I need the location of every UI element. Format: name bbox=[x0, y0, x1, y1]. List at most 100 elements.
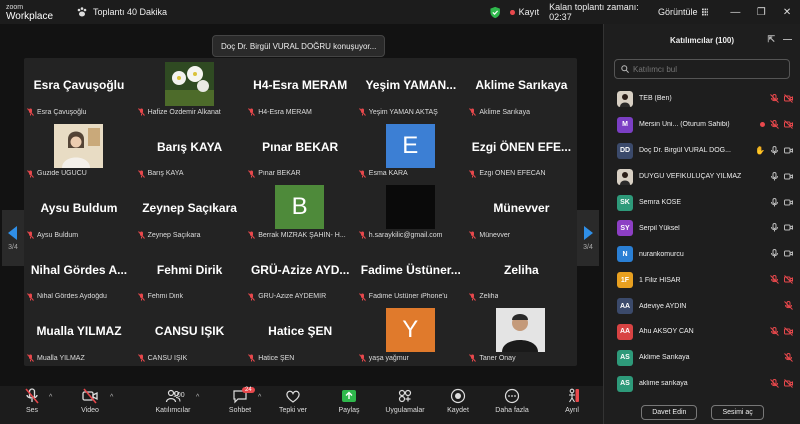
participant-tile[interactable]: Aklime Sarıkaya Aklime Sarıkaya bbox=[466, 58, 576, 119]
leave-button[interactable]: Ayrıl bbox=[552, 388, 592, 414]
camera-off-icon[interactable] bbox=[784, 275, 793, 285]
participant-row[interactable]: AA Ahu AKSOY CAN bbox=[604, 319, 800, 345]
share-button[interactable]: Paylaş bbox=[329, 388, 369, 414]
participant-tile[interactable]: GRÜ-Azize AYD... GRÜ-Azize AYDEMİR bbox=[245, 243, 355, 304]
participant-tile[interactable]: Yyaşa yağmur bbox=[356, 304, 466, 365]
recording-label[interactable]: Kayıt bbox=[519, 7, 540, 17]
participant-row[interactable]: Nnurankomurcu bbox=[604, 241, 800, 267]
participant-row[interactable]: AS aklime sarıkaya bbox=[604, 371, 800, 397]
participant-tile[interactable]: Nihal Gördes A... Nihal Gördes Aydoğdu bbox=[24, 243, 134, 304]
participant-tile[interactable]: CANSU IŞIK CANSU IŞIK bbox=[135, 304, 245, 365]
participant-tile[interactable]: Fehmi Dirik Fehmi Dirik bbox=[135, 243, 245, 304]
grid-view-icon[interactable] bbox=[701, 8, 709, 16]
mic-muted-icon[interactable] bbox=[770, 94, 779, 103]
mic-muted-icon bbox=[27, 354, 34, 363]
participant-tile[interactable]: Fadime Üstüner... Fadime Üstüner iPhone'u bbox=[356, 243, 466, 304]
mic-muted-icon[interactable] bbox=[770, 119, 779, 129]
initial-avatar: B bbox=[275, 185, 325, 230]
audio-label: Ses bbox=[25, 407, 39, 414]
mic-muted-icon bbox=[137, 292, 145, 301]
mic-icon[interactable] bbox=[770, 171, 779, 181]
mic-icon[interactable] bbox=[770, 249, 779, 258]
participants-options-chevron-up-icon[interactable]: ^ bbox=[196, 394, 199, 401]
camera-icon[interactable] bbox=[784, 172, 793, 181]
participant-tile[interactable]: Taner Onay bbox=[466, 304, 576, 365]
participant-avatar: AA bbox=[617, 298, 633, 315]
participant-tile[interactable]: h.saraykilic@gmail.com bbox=[356, 181, 466, 242]
participant-row[interactable]: AS Aklime Sarıkaya bbox=[604, 345, 800, 371]
participant-row[interactable]: M Mersin Üni... (Oturum Sahibi) bbox=[604, 112, 800, 138]
participant-tile[interactable]: Zeynep Saçıkara Zeynep Saçıkara bbox=[135, 181, 245, 242]
participant-tile[interactable]: H4-Esra MERAM H4-Esra MERAM bbox=[245, 58, 355, 119]
participants-button[interactable]: 100 Katılımcılar bbox=[150, 388, 196, 414]
view-menu[interactable]: Görüntüle bbox=[658, 7, 698, 17]
camera-icon[interactable] bbox=[784, 223, 793, 232]
participant-row[interactable]: AA Adeviye AYDIN bbox=[604, 293, 800, 319]
invite-button[interactable]: Davet Edin bbox=[641, 404, 698, 420]
restore-button[interactable]: ❐ bbox=[748, 7, 774, 18]
participant-row[interactable]: DD Doç Dr. Birgül VURAL DOĞ... ✋ bbox=[604, 138, 800, 164]
close-button[interactable]: ✕ bbox=[774, 7, 800, 18]
participant-search-input[interactable] bbox=[633, 64, 773, 74]
tile-name-text: Pınar BEKAR bbox=[258, 170, 301, 178]
mic-icon[interactable] bbox=[770, 223, 779, 232]
participant-avatar: AS bbox=[617, 375, 633, 392]
audio-button[interactable]: Ses bbox=[12, 388, 52, 414]
mic-muted-icon bbox=[358, 292, 366, 301]
participant-search[interactable] bbox=[614, 59, 790, 79]
mic-muted-icon[interactable] bbox=[770, 275, 779, 285]
chat-button[interactable]: 24 Sohbet bbox=[220, 387, 260, 414]
audio-options-chevron-up-icon[interactable]: ^ bbox=[49, 394, 52, 401]
participant-tile[interactable]: Barış KAYA Barış KAYA bbox=[135, 120, 245, 181]
participant-row[interactable]: TEB (Ben) bbox=[604, 86, 800, 112]
mic-icon[interactable] bbox=[770, 145, 779, 155]
camera-icon[interactable] bbox=[784, 198, 793, 207]
shield-check-icon[interactable] bbox=[490, 6, 500, 19]
participant-tile[interactable]: Guzide UGUCU bbox=[24, 120, 134, 181]
react-button[interactable]: Tepki ver bbox=[273, 388, 313, 414]
participant-tile[interactable]: Aysu Buldum Aysu Buldum bbox=[24, 181, 134, 242]
participant-row[interactable]: SK Semra KÖSE bbox=[604, 190, 800, 216]
video-button[interactable]: Video bbox=[70, 388, 110, 414]
participant-tile[interactable]: Zeliha Zeliha bbox=[466, 243, 576, 304]
video-options-chevron-up-icon[interactable]: ^ bbox=[110, 394, 113, 401]
camera-icon[interactable] bbox=[784, 146, 793, 155]
participant-tile[interactable]: Hafize Özdemir Alkanat bbox=[135, 58, 245, 119]
mic-muted-icon bbox=[248, 231, 256, 240]
mic-muted-icon[interactable] bbox=[770, 327, 779, 336]
next-page-button[interactable]: 3/4 bbox=[577, 210, 599, 266]
participant-tile[interactable]: Esra Çavuşoğlu Esra Çavuşoğlu bbox=[24, 58, 134, 119]
camera-icon[interactable] bbox=[784, 249, 793, 258]
participant-row[interactable]: 1F 1 Filiz HİSAR bbox=[604, 267, 800, 293]
participant-tile[interactable]: Münevver Münevver bbox=[466, 181, 576, 242]
participant-row[interactable]: DUYGU VEFİKULUÇAY YILMAZ bbox=[604, 164, 800, 190]
previous-page-button[interactable]: 3/4 bbox=[2, 210, 24, 266]
mic-muted-icon[interactable] bbox=[770, 378, 779, 388]
camera-off-icon[interactable] bbox=[784, 94, 793, 103]
meeting-title[interactable]: Toplantı 40 Dakika bbox=[76, 6, 167, 18]
participant-tile[interactable]: Ezgi ÖNEN EFE... Ezgi ÖNEN EFECAN bbox=[466, 120, 576, 181]
more-button[interactable]: Daha fazla bbox=[492, 388, 532, 414]
chat-options-chevron-up-icon[interactable]: ^ bbox=[258, 394, 261, 401]
camera-off-icon[interactable] bbox=[784, 327, 793, 336]
participant-tile[interactable]: E Esma KARA bbox=[356, 120, 466, 181]
participant-tile[interactable]: Yeşim YAMAN... Yeşim YAMAN AKTAŞ bbox=[356, 58, 466, 119]
pop-out-icon[interactable]: ⇱ bbox=[767, 34, 775, 45]
participant-status-icons: ✋ bbox=[755, 145, 793, 155]
mic-muted-icon[interactable] bbox=[784, 301, 793, 310]
participant-tile[interactable]: Pınar BEKAR Pınar BEKAR bbox=[245, 120, 355, 181]
mic-muted-icon[interactable] bbox=[784, 352, 793, 362]
participant-row[interactable]: SY Serpil Yüksel bbox=[604, 215, 800, 241]
minimize-button[interactable]: — bbox=[722, 7, 748, 18]
participant-tile[interactable]: Mualla YILMAZ Mualla YILMAZ bbox=[24, 304, 134, 365]
unmute-button[interactable]: Sesimi aç bbox=[711, 404, 764, 420]
participant-tile[interactable]: B Berrak MIZRAK ŞAHİN- H... bbox=[245, 181, 355, 242]
participant-tile[interactable]: Hatice ŞEN Hatice ŞEN bbox=[245, 304, 355, 365]
camera-off-icon[interactable] bbox=[784, 378, 793, 388]
apps-button[interactable]: Uygulamalar bbox=[385, 388, 425, 414]
record-button[interactable]: Kaydet bbox=[438, 388, 478, 414]
panel-close-icon[interactable]: — bbox=[783, 34, 792, 45]
mic-icon[interactable] bbox=[770, 197, 779, 207]
panel-header-actions: ⇱ — bbox=[767, 34, 792, 45]
camera-off-icon[interactable] bbox=[784, 120, 793, 129]
